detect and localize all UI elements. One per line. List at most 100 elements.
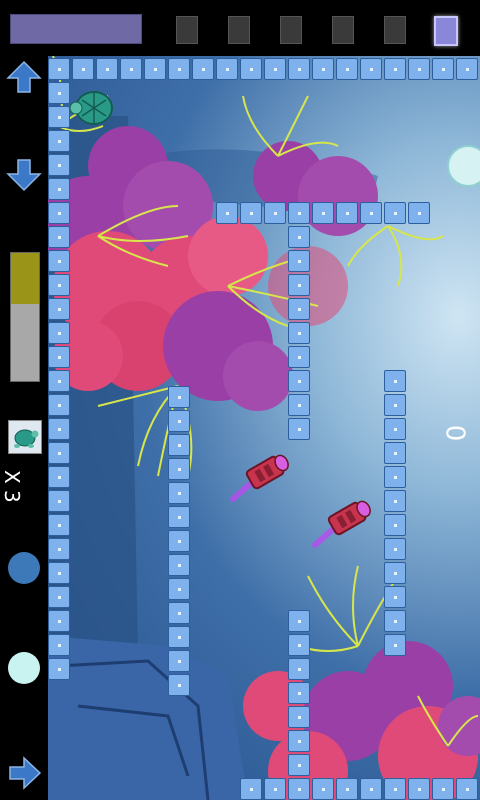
wall-tile — [336, 58, 358, 80]
underwater-scenery — [48, 56, 480, 800]
square-block-tool-button[interactable] — [228, 16, 250, 44]
wall-tile — [48, 298, 70, 320]
wall-tile — [240, 202, 262, 224]
blue-block-tool-button[interactable] — [434, 16, 458, 46]
wall-tile — [432, 58, 454, 80]
wall-tile — [384, 778, 406, 800]
wall-tile — [288, 274, 310, 296]
wall-tile — [384, 538, 406, 560]
wall-tile — [384, 466, 406, 488]
wall-tile — [48, 346, 70, 368]
wall-tile — [456, 778, 478, 800]
wall-tile — [288, 322, 310, 344]
arrow-block-tool-button[interactable] — [384, 16, 406, 44]
ink-splat-tool-button[interactable] — [176, 16, 198, 44]
gear-block-tool-button[interactable] — [280, 16, 302, 44]
wall-tile — [48, 250, 70, 272]
score-display: 0 — [439, 424, 470, 442]
wall-tile — [216, 202, 238, 224]
wall-tile — [48, 562, 70, 584]
wall-tile — [288, 634, 310, 656]
wall-tile — [288, 754, 310, 776]
wall-tile — [48, 442, 70, 464]
wall-tile — [168, 602, 190, 624]
wall-tile — [48, 538, 70, 560]
wall-tile — [168, 58, 190, 80]
wall-tile — [240, 58, 262, 80]
wall-tile — [288, 418, 310, 440]
wall-tile — [384, 442, 406, 464]
wall-tile — [48, 634, 70, 656]
wall-tile — [48, 418, 70, 440]
right-arrow-icon[interactable] — [6, 756, 42, 790]
wall-tile — [288, 58, 310, 80]
wall-tile — [48, 274, 70, 296]
wall-tile — [168, 578, 190, 600]
game-playfield[interactable]: 0 — [48, 56, 480, 800]
wall-tile — [48, 178, 70, 200]
left-control-panel: X 3 — [0, 56, 48, 800]
wall-tile — [48, 106, 70, 128]
wall-tile — [432, 778, 454, 800]
wall-tile — [48, 586, 70, 608]
wall-tile — [264, 202, 286, 224]
wall-tile — [216, 58, 238, 80]
coral-cluster-top-right — [253, 141, 378, 326]
wall-tile — [360, 202, 382, 224]
wall-tile — [168, 650, 190, 672]
power-meter — [10, 252, 40, 382]
wall-tile — [288, 658, 310, 680]
wall-tile — [168, 626, 190, 648]
coral-cluster-bottom-right — [243, 641, 480, 800]
top-toolbar — [0, 0, 480, 56]
wall-tile — [168, 674, 190, 696]
wall-tile — [384, 490, 406, 512]
dark-blue-round-button[interactable] — [8, 552, 40, 584]
wall-tile — [120, 58, 142, 80]
wall-tile — [288, 298, 310, 320]
wall-tile — [168, 506, 190, 528]
wall-tile — [384, 394, 406, 416]
wall-tile — [288, 346, 310, 368]
wall-tile — [288, 778, 310, 800]
light-cyan-round-button[interactable] — [8, 652, 40, 684]
wall-tile — [48, 82, 70, 104]
wall-tile — [48, 658, 70, 680]
wall-tile — [288, 250, 310, 272]
bolt-block-tool-button[interactable] — [332, 16, 354, 44]
wall-tile — [360, 778, 382, 800]
wall-tile — [384, 586, 406, 608]
wall-tile — [168, 530, 190, 552]
wall-tile — [384, 202, 406, 224]
up-arrow-icon[interactable] — [6, 60, 42, 94]
wall-tile — [96, 58, 118, 80]
down-arrow-icon[interactable] — [6, 158, 42, 192]
wall-tile — [168, 482, 190, 504]
wall-tile — [312, 202, 334, 224]
wall-tile — [168, 386, 190, 408]
wall-tile — [288, 610, 310, 632]
wall-tile — [384, 634, 406, 656]
wall-tile — [48, 58, 70, 80]
wall-tile — [48, 202, 70, 224]
wall-tile — [288, 202, 310, 224]
wall-tile — [456, 58, 478, 80]
wall-tile — [384, 370, 406, 392]
wall-tile — [168, 410, 190, 432]
wall-tile — [192, 58, 214, 80]
wall-tile — [264, 778, 286, 800]
wall-tile — [288, 226, 310, 248]
wall-tile — [72, 58, 94, 80]
wall-tile — [408, 202, 430, 224]
wall-tile — [384, 562, 406, 584]
wall-tile — [312, 58, 334, 80]
wall-tile — [48, 370, 70, 392]
wall-tile — [288, 394, 310, 416]
sea-turtle — [69, 91, 113, 125]
wall-tile — [288, 730, 310, 752]
wall-tile — [384, 514, 406, 536]
wall-tile — [408, 778, 430, 800]
wall-tile — [384, 58, 406, 80]
wall-tile — [360, 58, 382, 80]
red-submarine — [312, 500, 371, 548]
